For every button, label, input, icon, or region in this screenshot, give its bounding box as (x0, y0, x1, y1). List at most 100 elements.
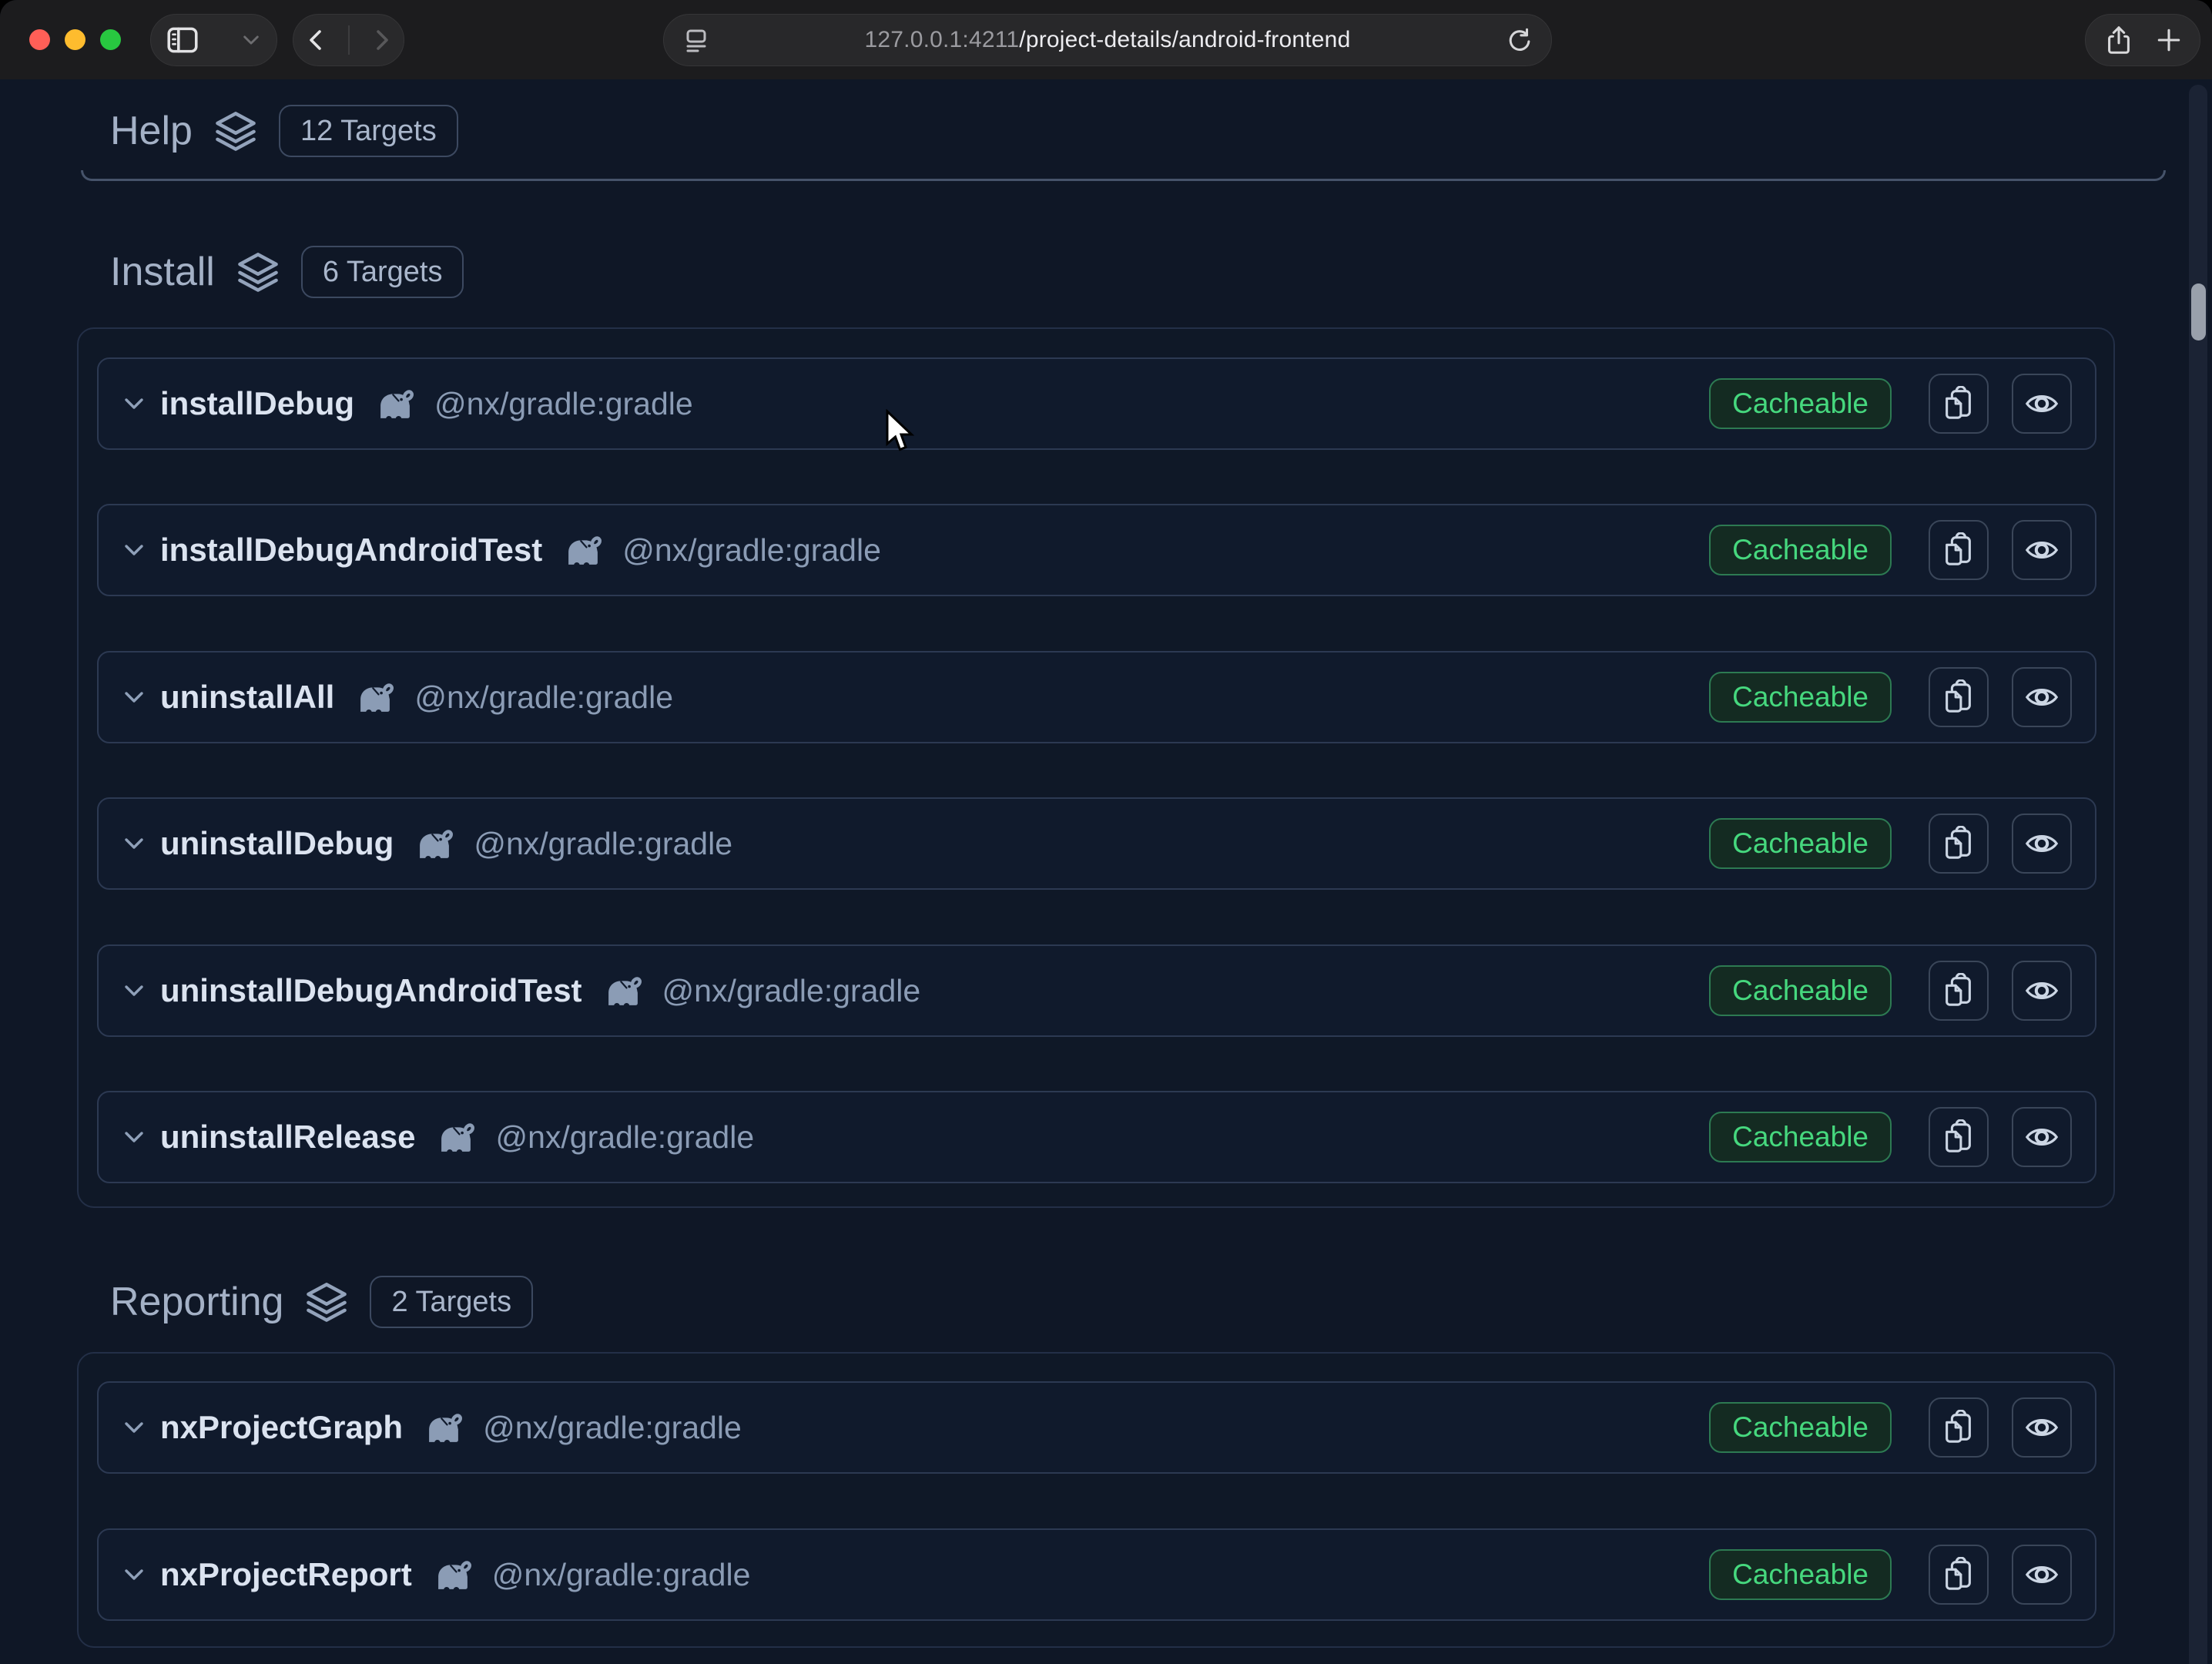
copy-button[interactable] (1929, 374, 1989, 434)
cacheable-badge: Cacheable (1709, 818, 1892, 869)
forward-button[interactable] (367, 26, 395, 54)
copy-icon (1941, 973, 1976, 1008)
target-row[interactable]: uninstallRelease @nx/gradle:gradle Cache… (97, 1091, 2096, 1183)
view-button[interactable] (2012, 961, 2072, 1021)
url-path: /project-details/android-frontend (1019, 27, 1350, 52)
target-executor: @nx/gradle:gradle (622, 532, 881, 569)
target-executor: @nx/gradle:gradle (483, 1410, 742, 1446)
target-row[interactable]: installDebugAndroidTest @nx/gradle:gradl… (97, 504, 2096, 596)
scrollbar-thumb[interactable] (2191, 283, 2206, 341)
gradle-elephant-icon (354, 680, 396, 714)
copy-button[interactable] (1929, 1107, 1989, 1167)
section-title: Install (110, 249, 215, 295)
close-window-button[interactable] (29, 29, 50, 50)
mouse-cursor (883, 409, 915, 455)
gradle-elephant-icon (374, 387, 416, 421)
cacheable-badge: Cacheable (1709, 672, 1892, 723)
copy-icon (1941, 532, 1976, 568)
copy-icon (1941, 1557, 1976, 1592)
layers-icon (304, 1280, 349, 1324)
chevron-down-icon[interactable] (120, 977, 148, 1005)
eye-icon (2024, 826, 2060, 861)
targets-count-badge: 6 Targets (301, 246, 464, 298)
eye-icon (2024, 679, 2060, 715)
gradle-elephant-icon (435, 1120, 477, 1154)
reporting-targets-group: nxProjectGraph @nx/gradle:gradle Cacheab… (77, 1352, 2115, 1648)
target-row[interactable]: uninstallDebugAndroidTest @nx/gradle:gra… (97, 944, 2096, 1037)
actions-pill (2085, 14, 2200, 66)
gradle-elephant-icon (423, 1411, 464, 1444)
view-button[interactable] (2012, 1397, 2072, 1458)
target-row[interactable]: nxProjectReport @nx/gradle:gradle Cachea… (97, 1528, 2096, 1621)
copy-icon (1941, 1119, 1976, 1155)
browser-chrome: 127.0.0.1:4211/project-details/android-f… (0, 0, 2212, 79)
target-executor: @nx/gradle:gradle (495, 1119, 754, 1156)
view-button[interactable] (2012, 814, 2072, 874)
chevron-down-icon[interactable] (120, 1123, 148, 1151)
gradle-elephant-icon (432, 1558, 474, 1592)
browser-window: 127.0.0.1:4211/project-details/android-f… (0, 0, 2212, 1664)
cacheable-badge: Cacheable (1709, 1549, 1892, 1600)
eye-icon (2024, 532, 2060, 568)
reload-button[interactable] (1505, 25, 1534, 55)
cacheable-badge: Cacheable (1709, 378, 1892, 429)
section-heading-install: Install 6 Targets (110, 240, 464, 304)
copy-button[interactable] (1929, 667, 1989, 727)
new-tab-button[interactable] (2153, 25, 2184, 55)
target-row[interactable]: installDebug @nx/gradle:gradle Cacheable (97, 357, 2096, 450)
view-button[interactable] (2012, 667, 2072, 727)
view-button[interactable] (2012, 1107, 2072, 1167)
url-bar[interactable]: 127.0.0.1:4211/project-details/android-f… (663, 14, 1552, 66)
copy-button[interactable] (1929, 1545, 1989, 1605)
sidebar-toggle-icon[interactable] (165, 24, 200, 56)
nav-divider (348, 25, 350, 55)
chevron-down-icon[interactable] (120, 1414, 148, 1441)
chevron-down-icon[interactable] (120, 830, 148, 857)
project-details-page: Help 12 Targets Install 6 Targets instal… (0, 79, 2212, 1664)
minimize-window-button[interactable] (65, 29, 85, 50)
section-heading-reporting: Reporting 2 Targets (110, 1270, 533, 1334)
target-row[interactable]: uninstallDebug @nx/gradle:gradle Cacheab… (97, 797, 2096, 890)
chevron-down-icon[interactable] (120, 683, 148, 711)
gradle-elephant-icon (602, 974, 644, 1008)
target-executor: @nx/gradle:gradle (492, 1557, 751, 1593)
url-domain: 127.0.0.1:4211 (865, 27, 1020, 52)
copy-button[interactable] (1929, 814, 1989, 874)
target-executor: @nx/gradle:gradle (414, 679, 673, 716)
copy-button[interactable] (1929, 520, 1989, 580)
copy-icon (1941, 679, 1976, 715)
copy-icon (1941, 826, 1976, 861)
target-name: uninstallDebug (160, 825, 394, 862)
view-button[interactable] (2012, 374, 2072, 434)
copy-button[interactable] (1929, 1397, 1989, 1458)
target-name: uninstallRelease (160, 1119, 415, 1156)
scrollbar-track[interactable] (2189, 85, 2207, 1664)
section-title: Reporting (110, 1279, 283, 1325)
gradle-elephant-icon (562, 533, 604, 567)
chevron-down-icon[interactable] (240, 29, 263, 52)
zoom-window-button[interactable] (100, 29, 121, 50)
eye-icon (2024, 1410, 2060, 1445)
copy-icon (1941, 386, 1976, 421)
chevron-down-icon[interactable] (120, 390, 148, 418)
target-row[interactable]: nxProjectGraph @nx/gradle:gradle Cacheab… (97, 1381, 2096, 1474)
chevron-down-icon[interactable] (120, 536, 148, 564)
layers-icon (236, 250, 280, 294)
target-executor: @nx/gradle:gradle (434, 386, 693, 422)
reader-icon[interactable] (681, 25, 712, 55)
view-button[interactable] (2012, 1545, 2072, 1605)
view-button[interactable] (2012, 520, 2072, 580)
eye-icon (2024, 1557, 2060, 1592)
install-targets-group: installDebug @nx/gradle:gradle Cacheable… (77, 327, 2115, 1208)
copy-icon (1941, 1410, 1976, 1445)
chevron-down-icon[interactable] (120, 1561, 148, 1589)
cacheable-badge: Cacheable (1709, 965, 1892, 1016)
copy-button[interactable] (1929, 961, 1989, 1021)
share-button[interactable] (2103, 24, 2135, 56)
eye-icon (2024, 973, 2060, 1008)
target-row[interactable]: uninstallAll @nx/gradle:gradle Cacheable (97, 651, 2096, 743)
back-button[interactable] (303, 26, 330, 54)
target-name: installDebug (160, 385, 354, 422)
target-name: installDebugAndroidTest (160, 532, 542, 569)
sidebar-pill (150, 14, 277, 66)
